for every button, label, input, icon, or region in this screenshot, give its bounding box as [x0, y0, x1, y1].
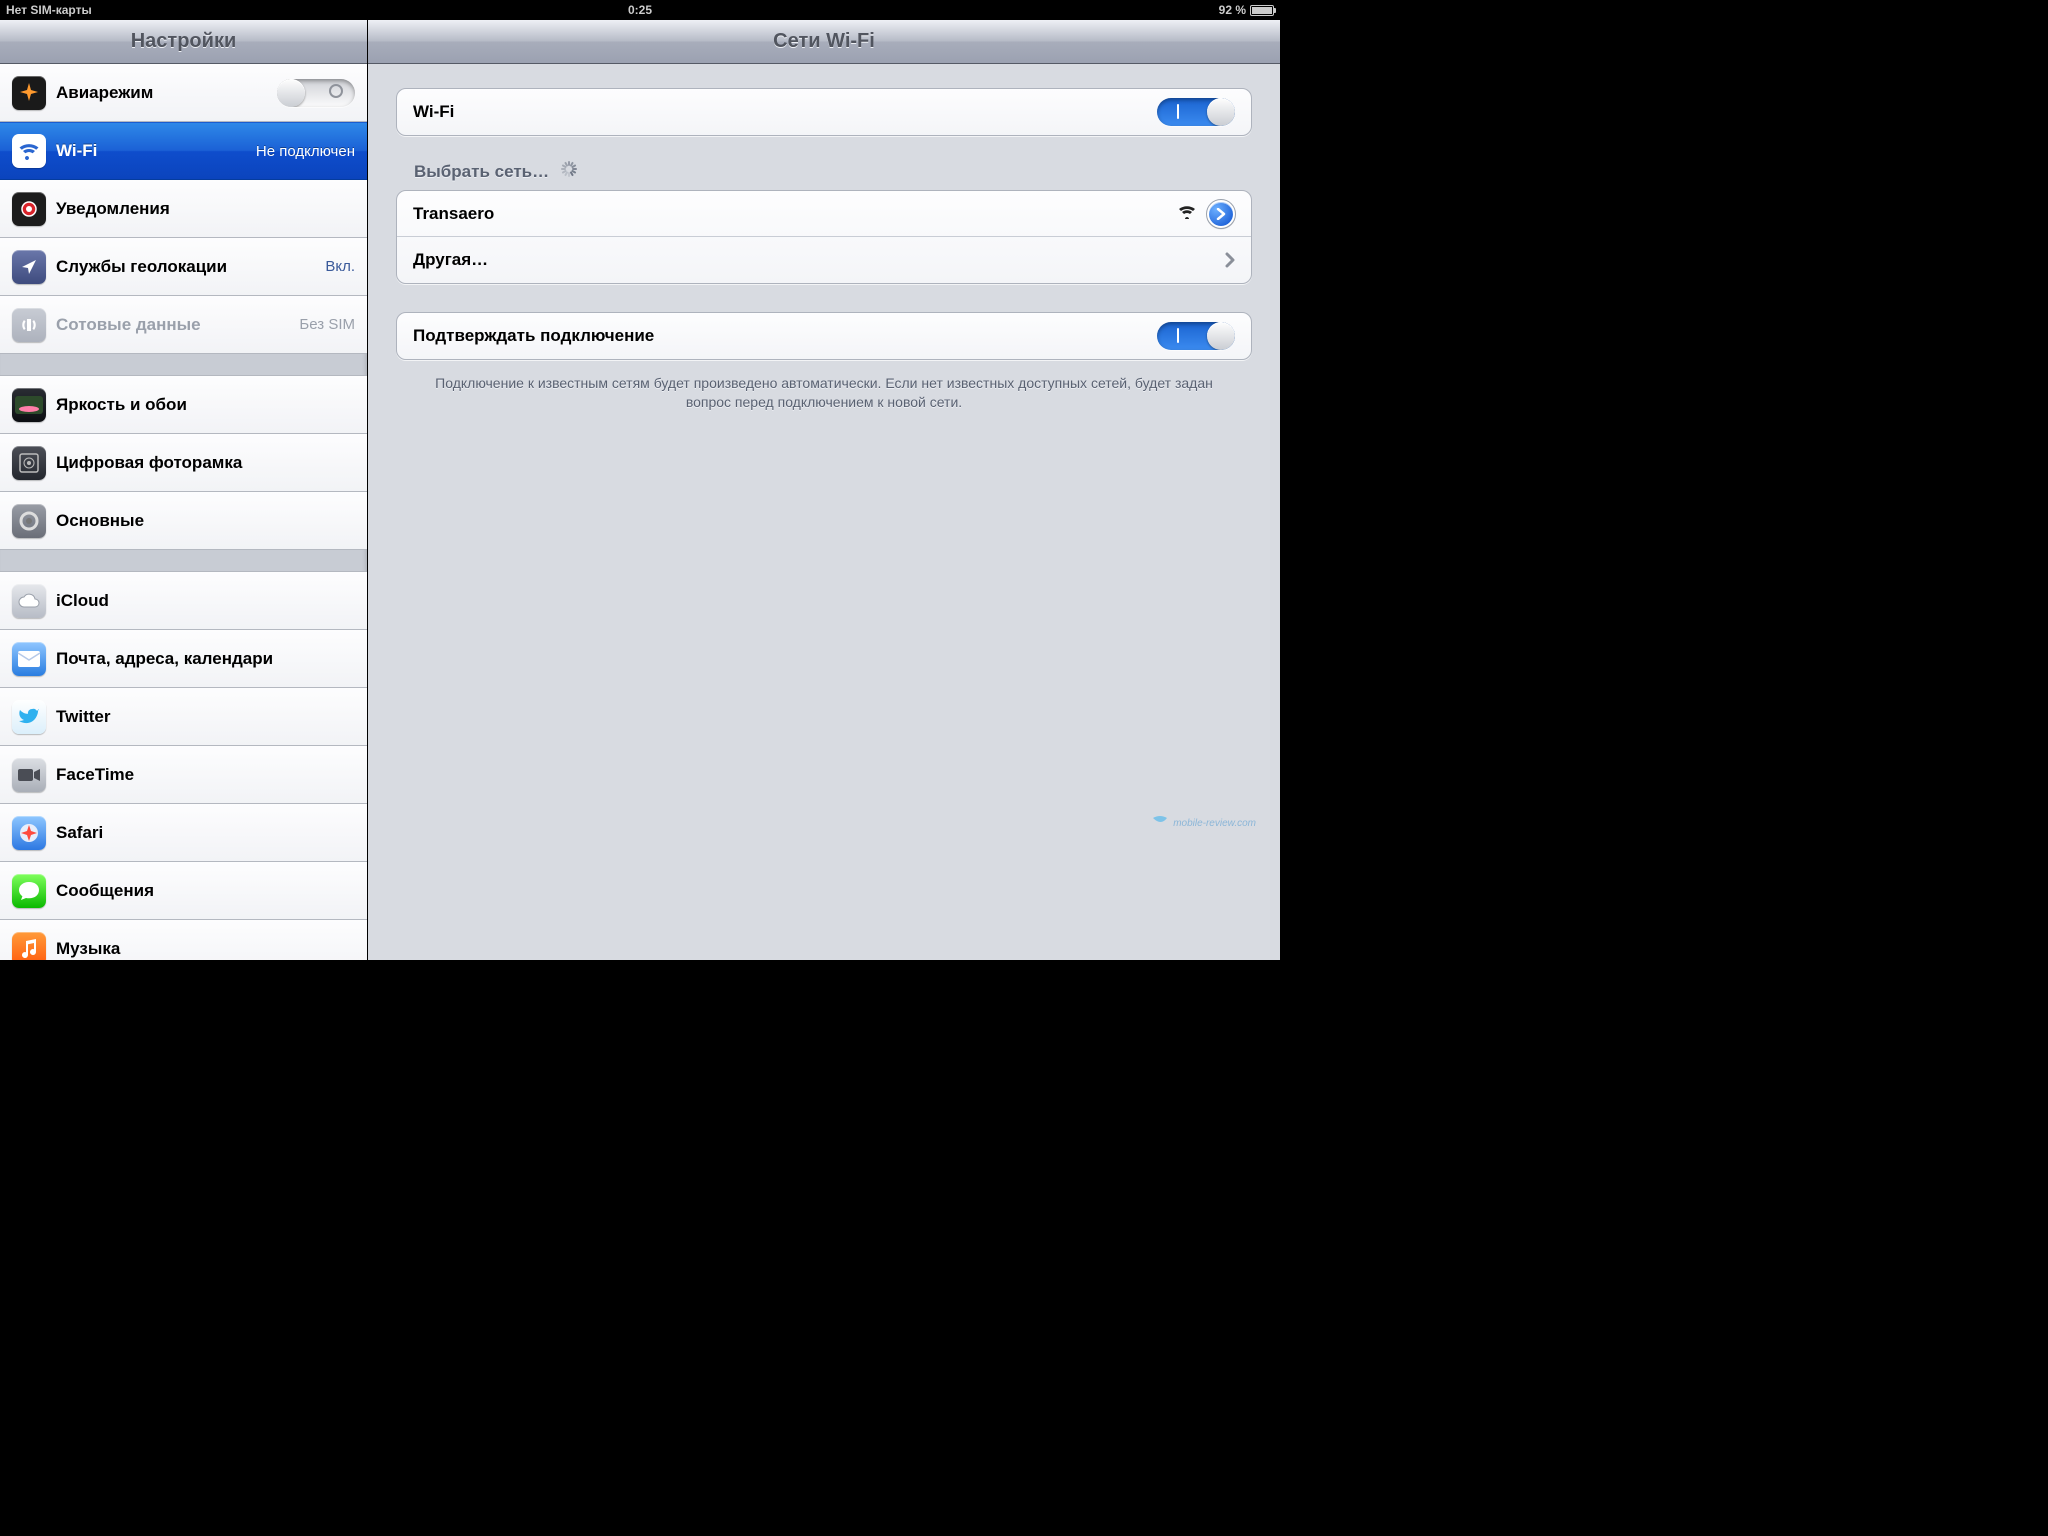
sidebar-item-label: FaceTime	[56, 765, 355, 785]
other-network-label: Другая…	[413, 250, 1217, 270]
airplane-mode-toggle[interactable]	[277, 79, 355, 107]
sidebar-item-label: Музыка	[56, 939, 355, 959]
sidebar-item-label: Основные	[56, 511, 355, 531]
choose-network-label: Выбрать сеть…	[414, 162, 1252, 182]
networks-card: Transaero Другая…	[396, 190, 1252, 284]
sidebar-item-label: Авиарежим	[56, 83, 277, 103]
sidebar-item-label: Safari	[56, 823, 355, 843]
detail-pane: Сети Wi-Fi Wi-Fi Выбрать сеть… Transaero	[368, 20, 1280, 960]
sidebar-item-mail[interactable]: Почта, адреса, календари	[0, 630, 367, 688]
chevron-right-icon	[1225, 252, 1235, 268]
cellular-icon	[12, 308, 46, 342]
wifi-icon	[12, 134, 46, 168]
sidebar-item-label: Сообщения	[56, 881, 355, 901]
sidebar-item-twitter[interactable]: Twitter	[0, 688, 367, 746]
sidebar-item-safari[interactable]: Safari	[0, 804, 367, 862]
sidebar-item-airplane[interactable]: Авиарежим	[0, 64, 367, 122]
facetime-icon	[12, 758, 46, 792]
network-detail-button[interactable]	[1207, 200, 1235, 228]
ask-join-label: Подтверждать подключение	[413, 326, 1157, 346]
sidebar-list[interactable]: Авиарежим Wi-FiНе подключен Уведомления Слу…	[0, 64, 367, 960]
sidebar-item-brightness[interactable]: Яркость и обои	[0, 376, 367, 434]
location-icon	[12, 250, 46, 284]
network-row[interactable]: Transaero	[397, 191, 1251, 237]
sim-status: Нет SIM-карты	[6, 3, 92, 17]
network-name: Transaero	[413, 204, 1177, 224]
sidebar-item-icloud[interactable]: iCloud	[0, 572, 367, 630]
sidebar-item-value: Не подключен	[256, 143, 355, 160]
messages-icon	[12, 874, 46, 908]
wifi-toggle-label: Wi-Fi	[413, 102, 1157, 122]
sidebar-item-cellular[interactable]: Сотовые данныеБез SIM	[0, 296, 367, 354]
settings-sidebar: Настройки Авиарежим Wi-FiНе подключен Увед…	[0, 20, 368, 960]
photoframe-icon	[12, 446, 46, 480]
sidebar-item-messages[interactable]: Сообщения	[0, 862, 367, 920]
sidebar-item-facetime[interactable]: FaceTime	[0, 746, 367, 804]
ask-join-toggle[interactable]	[1157, 322, 1235, 350]
sidebar-item-photoframe[interactable]: Цифровая фоторамка	[0, 434, 367, 492]
sidebar-item-label: Яркость и обои	[56, 395, 355, 415]
sidebar-item-label: Wi-Fi	[56, 141, 256, 161]
sidebar-item-music[interactable]: Музыка	[0, 920, 367, 960]
general-icon	[12, 504, 46, 538]
detail-header: Сети Wi-Fi	[368, 20, 1280, 64]
icloud-icon	[12, 584, 46, 618]
sidebar-item-label: Цифровая фоторамка	[56, 453, 355, 473]
wifi-signal-icon	[1177, 203, 1197, 224]
sidebar-item-label: Сотовые данные	[56, 315, 299, 335]
sidebar-item-label: Почта, адреса, календари	[56, 649, 355, 669]
sidebar-item-label: Twitter	[56, 707, 355, 727]
sidebar-item-label: Уведомления	[56, 199, 355, 219]
sidebar-item-value: Без SIM	[299, 316, 355, 333]
battery-icon	[1250, 5, 1274, 16]
sidebar-header: Настройки	[0, 20, 367, 64]
ask-join-card: Подтверждать подключение	[396, 312, 1252, 360]
sidebar-item-value: Вкл.	[325, 258, 355, 275]
battery-percent: 92 %	[1219, 3, 1246, 17]
sidebar-item-location[interactable]: Службы геолокацииВкл.	[0, 238, 367, 296]
status-bar: Нет SIM-карты 0:25 92 %	[0, 0, 1280, 20]
sidebar-title: Настройки	[131, 30, 237, 53]
wifi-toggle[interactable]	[1157, 98, 1235, 126]
sidebar-item-wifi[interactable]: Wi-FiНе подключен	[0, 122, 367, 180]
sidebar-item-general[interactable]: Основные	[0, 492, 367, 550]
other-network-row[interactable]: Другая…	[397, 237, 1251, 283]
brightness-icon	[12, 388, 46, 422]
mail-icon	[12, 642, 46, 676]
status-time: 0:25	[628, 3, 652, 17]
detail-title: Сети Wi-Fi	[773, 30, 875, 53]
notifications-icon	[12, 192, 46, 226]
footer-note: Подключение к известным сетям будет прои…	[432, 374, 1216, 412]
sidebar-item-label: Службы геолокации	[56, 257, 325, 277]
watermark: mobile-review.com	[1151, 816, 1256, 830]
sidebar-item-label: iCloud	[56, 591, 355, 611]
loading-spinner-icon	[559, 163, 577, 181]
sidebar-item-notifications[interactable]: Уведомления	[0, 180, 367, 238]
music-icon	[12, 932, 46, 961]
twitter-icon	[12, 700, 46, 734]
wifi-toggle-card: Wi-Fi	[396, 88, 1252, 136]
airplane-icon	[12, 76, 46, 110]
safari-icon	[12, 816, 46, 850]
